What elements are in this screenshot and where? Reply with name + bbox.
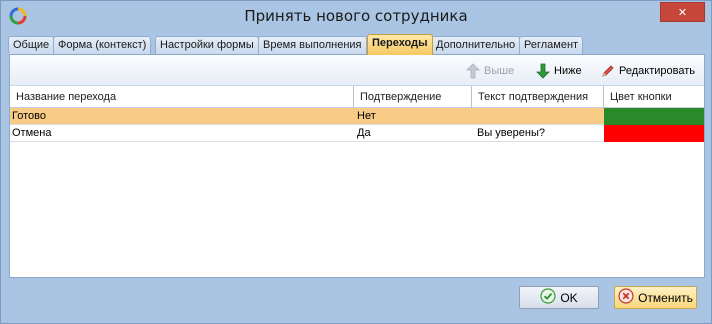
- pencil-icon: [600, 63, 616, 79]
- edit-label: Редактировать: [619, 65, 695, 77]
- cell-confirmation: Нет: [357, 110, 376, 122]
- move-down-label: Ниже: [554, 65, 582, 77]
- cell-transition-name: Отмена: [12, 127, 52, 139]
- cell-confirmation: Да: [357, 127, 371, 139]
- toolbar: Выше Ниже Редактировать: [10, 55, 704, 86]
- transitions-grid: Название перехода Подтверждение Текст по…: [10, 86, 704, 142]
- tab-additional[interactable]: Дополнительно: [431, 36, 521, 54]
- tab-form-context[interactable]: Форма (контекст): [53, 36, 152, 54]
- cell-confirmation-text: [475, 108, 477, 125]
- cell-confirmation-text: Вы уверены?: [477, 127, 545, 139]
- transitions-panel: Выше Ниже Редактировать Название переход…: [9, 54, 705, 278]
- dialog-window: Принять нового сотрудника ✕ Общие Форма …: [0, 0, 712, 324]
- tab-regulation[interactable]: Регламент: [519, 36, 584, 54]
- tab-strip: Общие Форма (контекст) Настройки формы В…: [8, 34, 708, 55]
- arrow-up-icon: [465, 63, 481, 79]
- cancel-icon: [618, 288, 634, 307]
- move-up-button[interactable]: Выше: [465, 63, 514, 79]
- grid-header: Название перехода Подтверждение Текст по…: [10, 86, 704, 108]
- cancel-label: Отменить: [638, 290, 693, 305]
- edit-button[interactable]: Редактировать: [600, 63, 695, 79]
- tab-execution-time[interactable]: Время выполнения: [258, 36, 367, 54]
- title-bar[interactable]: Принять нового сотрудника ✕: [1, 1, 711, 32]
- cell-button-color: [604, 125, 704, 142]
- window-title: Принять нового сотрудника: [244, 7, 468, 25]
- cancel-button[interactable]: Отменить: [614, 286, 697, 309]
- arrow-down-icon: [535, 63, 551, 79]
- cell-transition-name: Готово: [12, 110, 46, 122]
- column-header-confirmation-text[interactable]: Текст подтверждения: [472, 86, 604, 108]
- tab-transitions[interactable]: Переходы: [367, 34, 433, 55]
- close-button[interactable]: ✕: [660, 2, 705, 22]
- column-header-name[interactable]: Название перехода: [10, 86, 354, 108]
- move-down-button[interactable]: Ниже: [535, 63, 582, 79]
- table-row[interactable]: Отмена Да Вы уверены?: [10, 125, 704, 142]
- ok-button[interactable]: OK: [519, 286, 599, 309]
- cell-button-color: [604, 108, 704, 125]
- table-row[interactable]: Готово Нет: [10, 108, 704, 125]
- ok-label: OK: [560, 290, 578, 305]
- check-icon: [540, 288, 556, 307]
- tab-form-settings[interactable]: Настройки формы: [155, 36, 259, 54]
- tab-general[interactable]: Общие: [8, 36, 55, 54]
- close-icon: ✕: [677, 6, 688, 19]
- move-up-label: Выше: [484, 65, 515, 77]
- column-header-button-color[interactable]: Цвет кнопки: [604, 86, 704, 108]
- column-header-confirmation[interactable]: Подтверждение: [354, 86, 472, 108]
